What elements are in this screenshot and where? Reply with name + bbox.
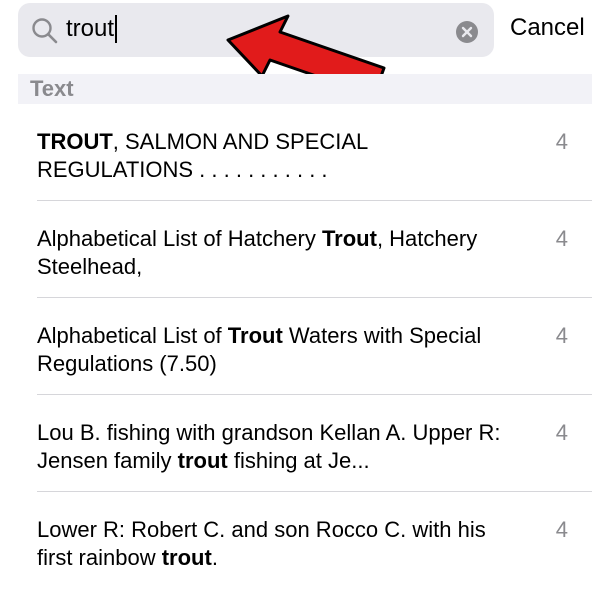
result-text: Lower R: Robert C. and son Rocco C. with…: [37, 516, 507, 572]
result-page-count: 4: [555, 517, 568, 542]
result-row[interactable]: Alphabetical List of Hatchery Trout, Hat…: [0, 201, 592, 298]
result-text-segment: Alphabetical List of Hatchery: [37, 226, 322, 251]
result-match-highlight: TROUT: [37, 129, 113, 154]
cancel-button[interactable]: Cancel: [510, 13, 585, 43]
result-page-count: 4: [555, 323, 568, 348]
results-list: TROUT, SALMON AND SPECIAL REGULATIONS . …: [0, 104, 592, 589]
result-row[interactable]: Lou B. fishing with grandson Kellan A. U…: [0, 395, 592, 492]
result-match-highlight: trout: [177, 448, 228, 473]
result-text: TROUT, SALMON AND SPECIAL REGULATIONS . …: [37, 128, 507, 184]
result-row[interactable]: Lower R: Robert C. and son Rocco C. with…: [0, 492, 592, 589]
search-icon: [32, 18, 58, 44]
result-match-highlight: Trout: [227, 323, 283, 348]
result-page-count: 4: [555, 420, 568, 445]
result-row[interactable]: Alphabetical List of Trout Waters with S…: [0, 298, 592, 395]
result-text-segment: fishing at Je...: [227, 448, 370, 473]
result-text-segment: Lower R: Robert C. and son Rocco C. with…: [37, 517, 486, 570]
result-match-highlight: trout: [161, 545, 212, 570]
result-page-count: 4: [555, 226, 568, 251]
section-title: Text: [30, 76, 74, 101]
search-query: trout: [66, 15, 115, 42]
result-text-segment: .: [211, 545, 218, 570]
result-text-segment: Alphabetical List of: [37, 323, 228, 348]
result-match-highlight: Trout: [321, 226, 377, 251]
result-text: Alphabetical List of Trout Waters with S…: [37, 322, 507, 378]
result-text: Lou B. fishing with grandson Kellan A. U…: [37, 419, 507, 475]
text-caret: [115, 15, 118, 43]
result-text: Alphabetical List of Hatchery Trout, Hat…: [37, 225, 507, 281]
clear-icon[interactable]: [455, 20, 479, 44]
search-input[interactable]: trout: [66, 14, 118, 44]
result-row[interactable]: TROUT, SALMON AND SPECIAL REGULATIONS . …: [0, 104, 592, 201]
result-page-count: 4: [555, 129, 568, 154]
section-header: Text: [18, 74, 592, 104]
